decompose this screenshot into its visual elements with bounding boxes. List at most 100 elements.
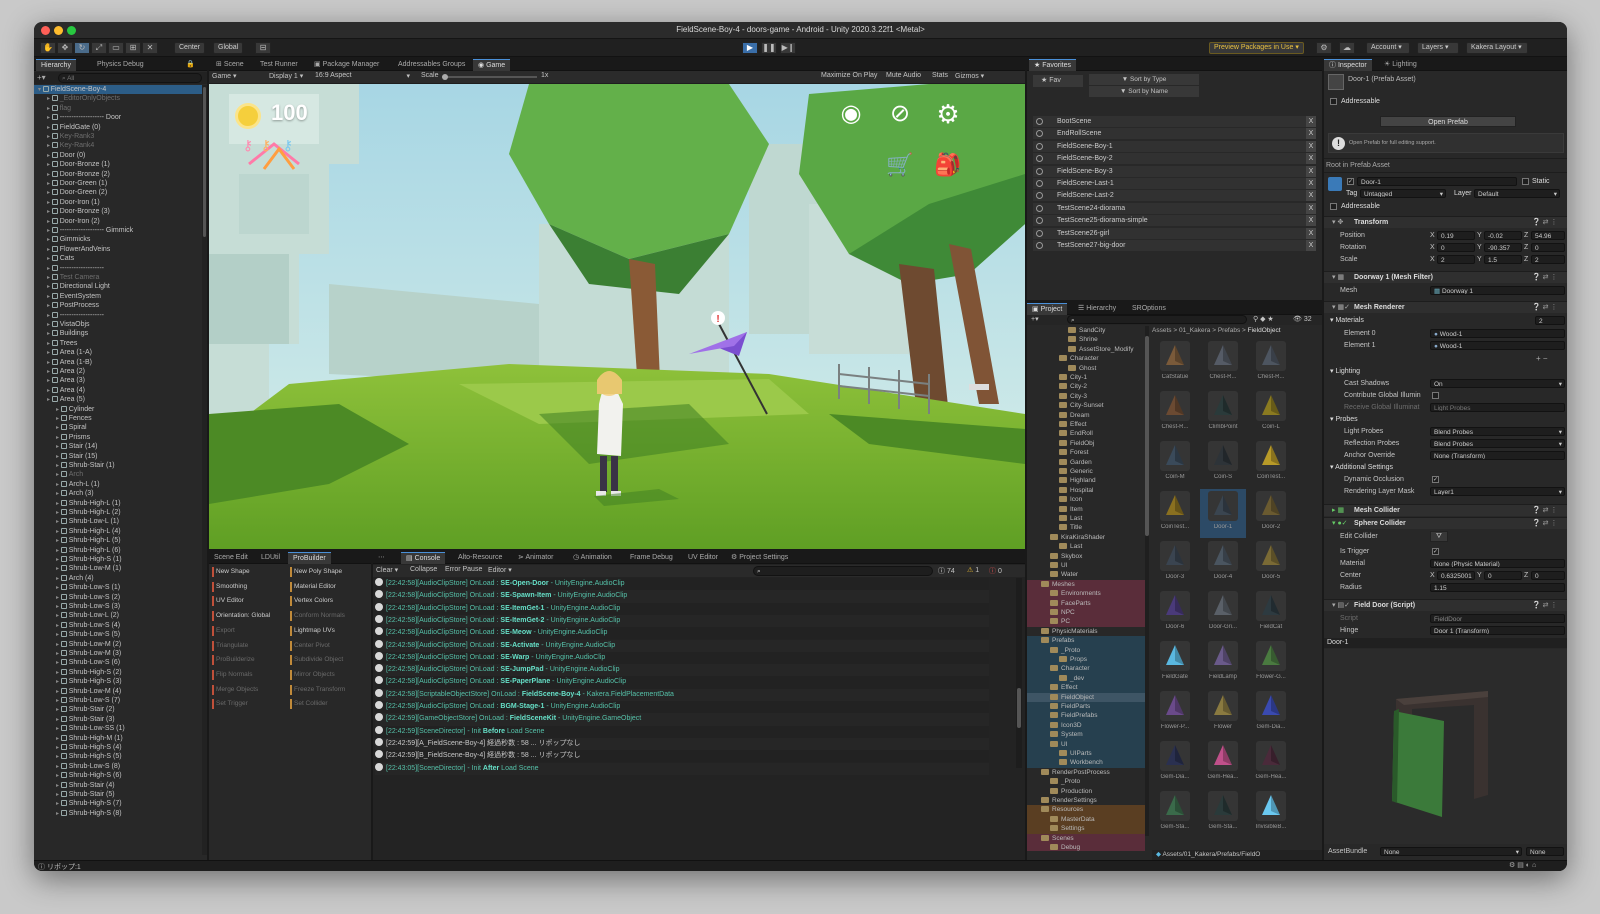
probuilder-subdivide-object-button[interactable]: Subdivide Object bbox=[290, 654, 360, 666]
field-door-header[interactable]: Field Door (Script) bbox=[1324, 599, 1567, 611]
mesh-preview[interactable] bbox=[1324, 649, 1567, 844]
project-folder-item[interactable]: City-2 bbox=[1027, 382, 1145, 391]
remove-favorite-button[interactable]: X bbox=[1306, 116, 1316, 127]
hierarchy-item[interactable]: ▸ Shrub-High-L (1) bbox=[34, 499, 202, 508]
console-log-row[interactable]: [22:42:58][AudioClipStore] OnLoad : SE-I… bbox=[375, 602, 989, 615]
probuilder-conform-normals-button[interactable]: Conform Normals bbox=[290, 610, 360, 622]
probes-foldout[interactable]: ▾ Probes bbox=[1330, 414, 1358, 425]
hierarchy-item[interactable]: ▸ Door-Green (1) bbox=[34, 179, 202, 188]
project-folder-item[interactable]: Workbench bbox=[1027, 758, 1145, 768]
favorite-item[interactable]: FieldScene-Last-1 X bbox=[1033, 178, 1316, 189]
backpack-icon[interactable]: 🎒 bbox=[933, 154, 963, 176]
project-folder-item[interactable]: KiraKiraShader bbox=[1027, 533, 1145, 542]
hierarchy-item[interactable]: ▸ Area (1-A) bbox=[34, 348, 202, 357]
cloud-icon[interactable]: ☁ bbox=[1339, 42, 1355, 54]
create-asset-icon[interactable]: +▾ bbox=[1031, 315, 1039, 323]
project-folder-item[interactable]: Icon bbox=[1027, 495, 1145, 504]
hierarchy-item[interactable]: ▸ Arch (4) bbox=[34, 574, 202, 583]
asset-tile[interactable]: CatStatue bbox=[1152, 339, 1198, 388]
breadcrumb-item[interactable]: Assets bbox=[1152, 327, 1172, 334]
tab-physics-debug[interactable]: Physics Debug bbox=[92, 59, 149, 71]
tab-animator[interactable]: ⋗ Animator bbox=[513, 552, 558, 564]
console-log-row[interactable]: [22:43:05][SceneDirector] - Init After L… bbox=[375, 762, 989, 775]
object-name-field[interactable]: Door-1 bbox=[1357, 177, 1517, 186]
editor-dropdown[interactable]: Editor ▾ bbox=[488, 566, 512, 574]
chevron-right-icon[interactable]: ▸ bbox=[47, 181, 52, 187]
hierarchy-item[interactable]: ▸ Arch-L (1) bbox=[34, 480, 202, 489]
chevron-right-icon[interactable]: ▸ bbox=[56, 754, 61, 760]
chevron-right-icon[interactable]: ▸ bbox=[56, 613, 61, 619]
hierarchy-item[interactable]: ▸ Shrub-Low-M (4) bbox=[34, 687, 202, 696]
hierarchy-item[interactable]: ▸ Area (4) bbox=[34, 386, 202, 395]
project-folder-item[interactable]: City-Sunset bbox=[1027, 401, 1145, 410]
chevron-right-icon[interactable]: ▸ bbox=[56, 736, 61, 742]
project-tree-scrollbar[interactable] bbox=[1145, 326, 1149, 836]
tab-lighting[interactable]: ☀ Lighting bbox=[1379, 59, 1422, 71]
project-folder-item[interactable]: City-1 bbox=[1027, 373, 1145, 382]
chevron-right-icon[interactable]: ▸ bbox=[47, 256, 52, 262]
probuilder-flip-normals-button[interactable]: Flip Normals bbox=[212, 669, 282, 681]
component-menu-icon[interactable]: ❔ ⇄ ⋮ bbox=[1532, 601, 1557, 609]
hierarchy-item[interactable]: ▸ Door-Iron (1) bbox=[34, 198, 202, 207]
hierarchy-item[interactable]: ▸ Shrub-Stair (2) bbox=[34, 705, 202, 714]
project-folder-item[interactable]: System bbox=[1027, 730, 1145, 740]
chevron-right-icon[interactable]: ▸ bbox=[47, 388, 52, 394]
project-folder-item[interactable]: Title bbox=[1027, 523, 1145, 532]
chevron-right-icon[interactable]: ▸ bbox=[56, 482, 61, 488]
probuilder-new-shape-button[interactable]: New Shape bbox=[212, 566, 282, 578]
console-log-row[interactable]: [22:42:59][A_FieldScene-Boy-4] 経過秒数 : 58… bbox=[375, 737, 989, 751]
chevron-right-icon[interactable]: ▸ bbox=[56, 726, 61, 732]
chevron-down-icon[interactable]: ▾ bbox=[38, 87, 43, 93]
console-log-row[interactable]: [22:42:58][AudioClipStore] OnLoad : SE-M… bbox=[375, 627, 989, 640]
mesh-renderer-header[interactable]: Mesh Renderer bbox=[1324, 301, 1567, 313]
probuilder-mirror-objects-button[interactable]: Mirror Objects bbox=[290, 669, 360, 681]
project-folder-item[interactable]: Settings bbox=[1027, 824, 1145, 834]
project-folder-item[interactable]: FieldParts bbox=[1027, 702, 1145, 712]
chevron-right-icon[interactable]: ▸ bbox=[56, 501, 61, 507]
hierarchy-item[interactable]: ▸ PostProcess bbox=[34, 301, 202, 310]
tab-ldutil[interactable]: LDUtil bbox=[256, 552, 285, 564]
project-folder-item[interactable]: Scenes bbox=[1027, 833, 1145, 843]
eye-icon[interactable]: ◉ bbox=[836, 102, 866, 126]
tab-scene-edit[interactable]: Scene Edit bbox=[209, 552, 253, 564]
chevron-right-icon[interactable]: ▸ bbox=[56, 689, 61, 695]
hierarchy-item[interactable]: ▸ Buildings bbox=[34, 329, 202, 338]
component-menu-icon[interactable]: ❔ ⇄ ⋮ bbox=[1532, 273, 1557, 281]
chevron-right-icon[interactable]: ▸ bbox=[47, 228, 52, 234]
tab-scene[interactable]: ⊞ Scene bbox=[211, 59, 249, 71]
pivot-center-toggle[interactable]: Center bbox=[174, 42, 206, 54]
chevron-right-icon[interactable]: ▸ bbox=[56, 679, 61, 685]
asset-tile[interactable]: Gem-Sta... bbox=[1152, 789, 1198, 838]
cast-shadows-dropdown[interactable]: On ▾ bbox=[1430, 379, 1565, 388]
probuilder-new-poly-shape-button[interactable]: New Poly Shape bbox=[290, 566, 360, 578]
hierarchy-item[interactable]: ▸ Shrub-Stair (3) bbox=[34, 715, 202, 724]
favorite-item[interactable]: TestScene26-girl X bbox=[1033, 227, 1316, 239]
step-button[interactable]: ▶❙ bbox=[780, 42, 796, 54]
asset-tile[interactable]: Gem-Dia... bbox=[1248, 689, 1294, 738]
asset-tile[interactable]: Door-6 bbox=[1152, 589, 1198, 638]
chevron-right-icon[interactable]: ▸ bbox=[56, 745, 61, 751]
remove-favorite-button[interactable]: X bbox=[1306, 140, 1316, 152]
sort-by-type-button[interactable]: ▼ Sort by Type bbox=[1089, 74, 1199, 85]
chevron-right-icon[interactable]: ▸ bbox=[56, 717, 61, 723]
hierarchy-item[interactable]: ▸ Door-Bronze (2) bbox=[34, 170, 202, 179]
rect-tool-icon[interactable]: ▭ bbox=[108, 42, 124, 54]
probuilder-triangulate-button[interactable]: Triangulate bbox=[212, 640, 282, 652]
filter-icon[interactable]: ⚲ ◆ ★ bbox=[1253, 315, 1274, 323]
pause-button[interactable]: ❚❚ bbox=[761, 42, 777, 54]
hierarchy-item[interactable]: ▸ Shrub-Stair (4) bbox=[34, 781, 202, 790]
hierarchy-item[interactable]: ▸ Door (0) bbox=[34, 151, 202, 160]
component-menu-icon[interactable]: ❔ ⇄ ⋮ bbox=[1532, 218, 1557, 226]
console-log-row[interactable]: [22:42:58][AudioClipStore] OnLoad : SE-J… bbox=[375, 664, 989, 677]
scale-tool-icon[interactable]: ⤢ bbox=[91, 42, 107, 54]
chevron-right-icon[interactable]: ▸ bbox=[56, 557, 61, 563]
probuilder-lightmap-uvs-button[interactable]: Lightmap UVs bbox=[290, 625, 360, 637]
hierarchy-item[interactable]: ▸ FieldGate (0) bbox=[34, 123, 202, 132]
chevron-right-icon[interactable]: ▸ bbox=[47, 284, 52, 290]
layers-dropdown[interactable]: Layers ▾ bbox=[1417, 42, 1459, 54]
chevron-right-icon[interactable]: ▸ bbox=[47, 219, 52, 225]
remove-favorite-button[interactable]: X bbox=[1306, 128, 1316, 140]
asset-tile[interactable]: FieldGate bbox=[1152, 639, 1198, 688]
project-folder-item[interactable]: Character bbox=[1027, 664, 1145, 674]
hierarchy-item[interactable]: ▸ Shrub-Low-S (1) bbox=[34, 583, 202, 592]
